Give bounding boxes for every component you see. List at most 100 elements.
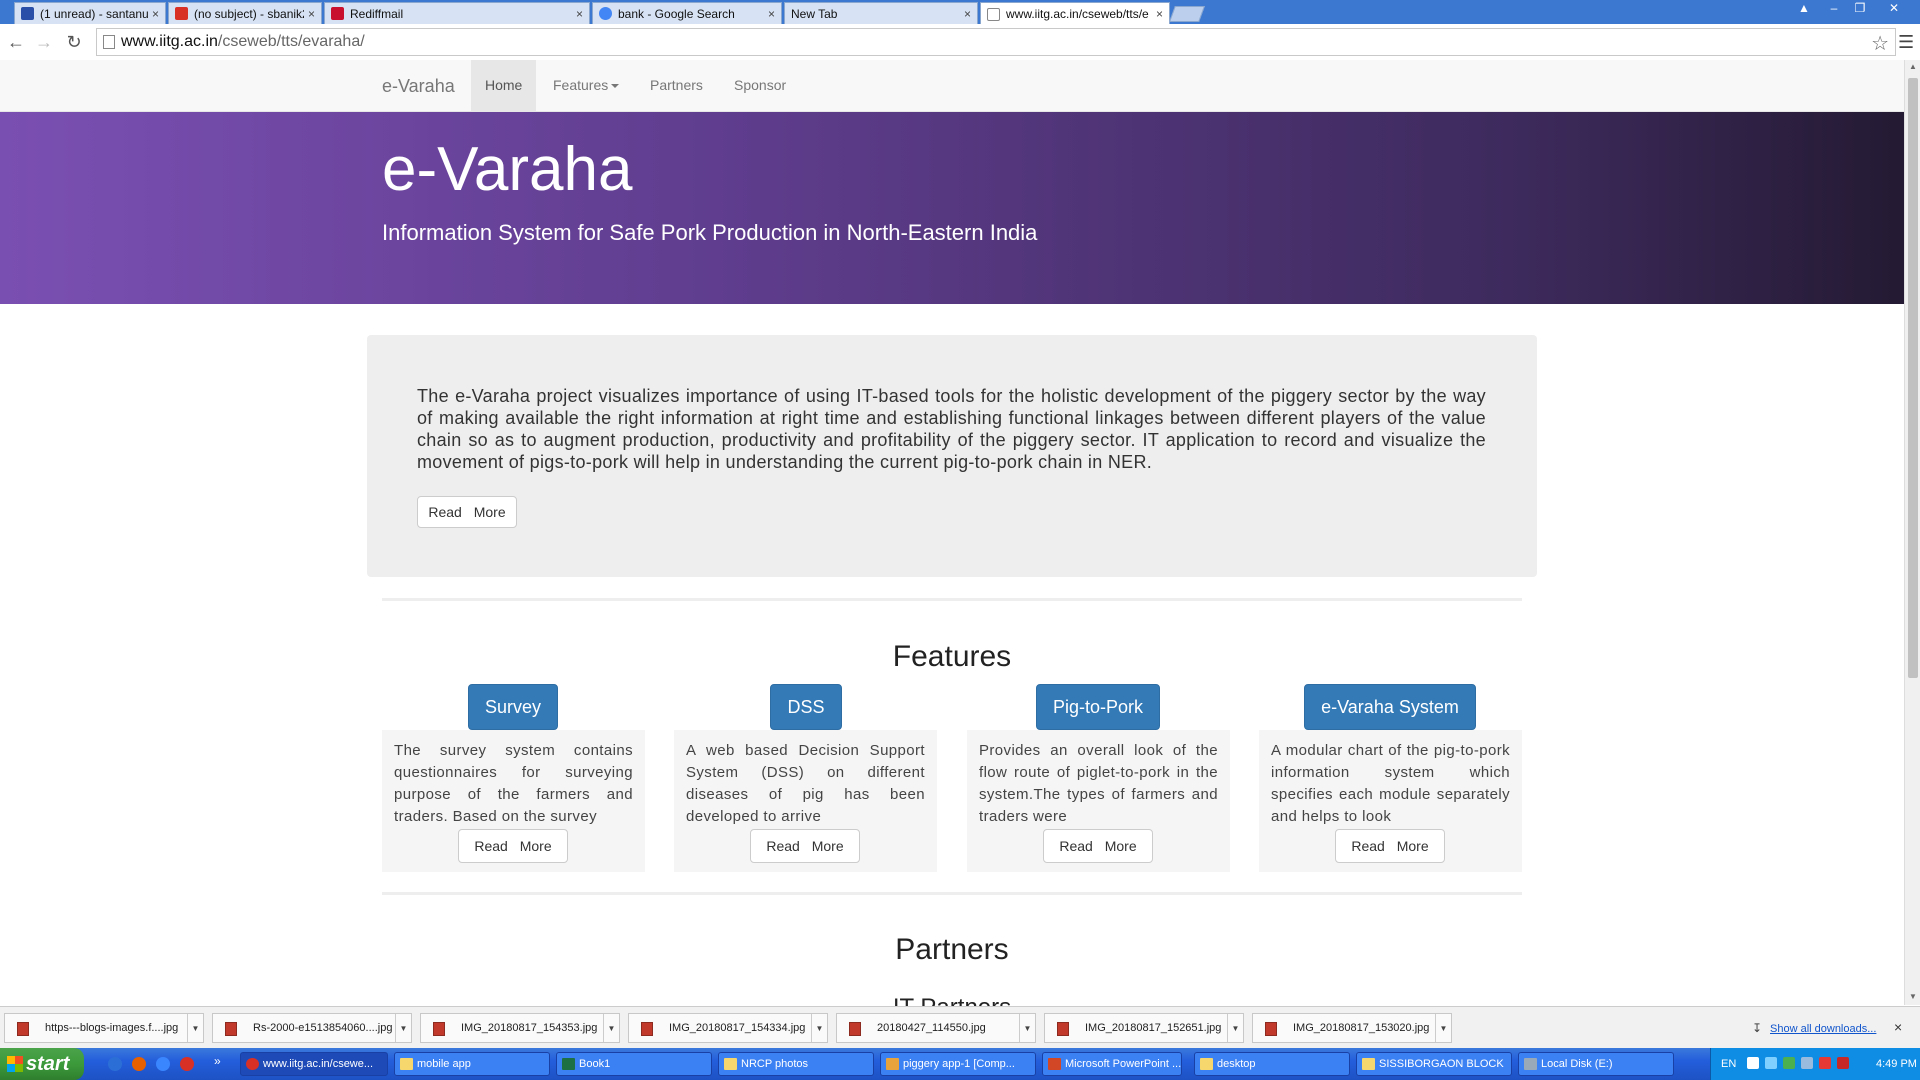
download-filename: IMG_20180817_152651.jpg xyxy=(1085,1022,1222,1034)
scroll-down-icon[interactable]: ▼ xyxy=(1909,992,1917,1001)
browser-tab-new-tab[interactable]: New Tab × xyxy=(784,2,978,24)
feature-read-more-button[interactable]: Read More xyxy=(1335,829,1445,863)
browser-tab-active[interactable]: www.iitg.ac.in/cseweb/tts/e × xyxy=(980,2,1170,25)
close-tab-icon[interactable]: × xyxy=(308,7,315,21)
download-item[interactable]: IMG_20180817_154353.jpg ▼ xyxy=(420,1013,620,1043)
firefox-icon[interactable] xyxy=(132,1057,146,1071)
feature-text: A web based Decision Support System (DSS… xyxy=(686,742,925,825)
windows-logo-icon xyxy=(7,1056,23,1072)
browser-tab-google-search[interactable]: bank - Google Search × xyxy=(592,2,782,24)
chevron-down-icon[interactable]: ▼ xyxy=(1227,1014,1243,1042)
quick-launch-more-icon[interactable]: » xyxy=(214,1054,221,1068)
chevron-down-icon[interactable]: ▼ xyxy=(187,1014,203,1042)
divider xyxy=(382,598,1522,601)
chevron-down-icon[interactable]: ▼ xyxy=(1435,1014,1451,1042)
taskbar-task[interactable]: desktop xyxy=(1194,1052,1350,1076)
chevron-down-icon[interactable]: ▼ xyxy=(395,1014,411,1042)
taskbar-task[interactable]: Microsoft PowerPoint ... xyxy=(1042,1052,1182,1076)
download-filename: https---blogs-images.f....jpg xyxy=(45,1022,179,1034)
page-scrollbar[interactable]: ▲ ▼ xyxy=(1904,60,1920,1005)
close-download-shelf-icon[interactable]: × xyxy=(1894,1019,1902,1035)
reload-icon[interactable]: ↻ xyxy=(62,30,86,54)
tab-label: (1 unread) - santanubanik20 xyxy=(40,6,148,21)
taskbar-task[interactable]: Local Disk (E:) xyxy=(1518,1052,1674,1076)
tab-label: New Tab xyxy=(791,6,838,21)
taskbar-task[interactable]: mobile app xyxy=(394,1052,550,1076)
close-tab-icon[interactable]: × xyxy=(576,7,583,21)
intro-read-more-button[interactable]: Read More xyxy=(417,496,517,528)
user-icon[interactable]: ▲ xyxy=(1792,0,1816,16)
file-icon xyxy=(17,1022,29,1036)
ie-icon[interactable] xyxy=(108,1057,122,1071)
feature-evaraha-system-button[interactable]: e-Varaha System xyxy=(1304,684,1476,730)
mail-icon xyxy=(21,7,34,20)
folder-icon xyxy=(724,1058,737,1070)
forward-icon[interactable]: → xyxy=(32,30,56,54)
download-item[interactable]: IMG_20180817_152651.jpg ▼ xyxy=(1044,1013,1244,1043)
folder-icon xyxy=(1362,1058,1375,1070)
browser-tab-rediffmail[interactable]: Rediffmail × xyxy=(324,2,590,24)
help-icon[interactable] xyxy=(1747,1057,1759,1069)
download-item[interactable]: Rs-2000-e1513854060....jpg ▼ xyxy=(212,1013,412,1043)
url-host: www.iitg.ac.in xyxy=(121,33,218,50)
browser-menu-icon[interactable]: ☰ xyxy=(1898,32,1914,53)
download-item[interactable]: IMG_20180817_153020.jpg ▼ xyxy=(1252,1013,1452,1043)
feature-read-more-button[interactable]: Read More xyxy=(458,829,568,863)
taskbar-task[interactable]: Book1 xyxy=(556,1052,712,1076)
download-filename: Rs-2000-e1513854060....jpg xyxy=(253,1022,393,1034)
gmail-icon xyxy=(175,7,188,20)
antivirus-icon[interactable] xyxy=(1819,1057,1831,1069)
restore-icon[interactable]: ❐ xyxy=(1848,0,1872,16)
minimize-icon[interactable]: – xyxy=(1822,0,1846,16)
feature-card-survey: The survey system contains questionnaire… xyxy=(382,730,645,872)
close-tab-icon[interactable]: × xyxy=(768,7,775,21)
close-window-icon[interactable]: ✕ xyxy=(1882,0,1906,16)
app-icon[interactable] xyxy=(1837,1057,1849,1069)
taskbar-task[interactable]: NRCP photos xyxy=(718,1052,874,1076)
monitor-icon[interactable] xyxy=(1801,1057,1813,1069)
address-bar[interactable]: www.iitg.ac.in/cseweb/tts/evaraha/ ☆ xyxy=(96,28,1896,56)
feature-survey-button[interactable]: Survey xyxy=(468,684,558,730)
show-all-downloads-link[interactable]: Show all downloads... xyxy=(1770,1023,1876,1035)
excel-icon xyxy=(562,1058,575,1070)
taskbar-task[interactable]: www.iitg.ac.in/csewe... xyxy=(240,1052,388,1076)
download-item[interactable]: 20180427_114550.jpg ▼ xyxy=(836,1013,1036,1043)
nav-partners[interactable]: Partners xyxy=(636,60,717,111)
skype-icon[interactable] xyxy=(156,1057,170,1071)
feature-read-more-button[interactable]: Read More xyxy=(1043,829,1153,863)
scroll-up-icon[interactable]: ▲ xyxy=(1909,62,1917,71)
download-item[interactable]: https---blogs-images.f....jpg ▼ xyxy=(4,1013,204,1043)
browser-tab-gmail[interactable]: (no subject) - sbanik2000@g × xyxy=(168,2,322,24)
security-icon[interactable] xyxy=(1783,1057,1795,1069)
nav-home[interactable]: Home xyxy=(471,60,537,111)
nav-sponsor[interactable]: Sponsor xyxy=(720,60,800,111)
hero-subtitle: Information System for Safe Pork Product… xyxy=(382,220,1038,245)
browser-tab-mail[interactable]: (1 unread) - santanubanik20 × xyxy=(14,2,166,24)
intro-text: The e-Varaha project visualizes importan… xyxy=(417,386,1486,472)
feature-pig-to-pork-button[interactable]: Pig-to-Pork xyxy=(1036,684,1160,730)
scrollbar-thumb[interactable] xyxy=(1908,78,1918,678)
feature-dss-button[interactable]: DSS xyxy=(770,684,842,730)
back-icon[interactable]: ← xyxy=(4,30,28,54)
close-tab-icon[interactable]: × xyxy=(152,7,159,21)
language-indicator[interactable]: EN xyxy=(1721,1058,1736,1070)
system-tray: EN 4:49 PM xyxy=(1710,1048,1920,1080)
download-item[interactable]: IMG_20180817_154334.jpg ▼ xyxy=(628,1013,828,1043)
taskbar-task[interactable]: SISSIBORGAON BLOCK xyxy=(1356,1052,1512,1076)
bookmark-star-icon[interactable]: ☆ xyxy=(1871,31,1889,56)
network-icon[interactable] xyxy=(1765,1057,1777,1069)
close-tab-icon[interactable]: × xyxy=(964,7,971,21)
download-icon: ↧ xyxy=(1752,1021,1763,1035)
new-tab-button[interactable] xyxy=(1169,6,1205,22)
start-button[interactable]: start xyxy=(0,1048,84,1080)
clock[interactable]: 4:49 PM xyxy=(1876,1058,1917,1070)
chevron-down-icon[interactable]: ▼ xyxy=(603,1014,619,1042)
nav-features[interactable]: Features xyxy=(539,60,633,111)
chrome-icon[interactable] xyxy=(180,1057,194,1071)
feature-read-more-button[interactable]: Read More xyxy=(750,829,860,863)
close-tab-icon[interactable]: × xyxy=(1156,7,1163,21)
taskbar-task[interactable]: piggery app-1 [Comp... xyxy=(880,1052,1036,1076)
site-brand[interactable]: e-Varaha xyxy=(382,76,455,97)
chevron-down-icon[interactable]: ▼ xyxy=(811,1014,827,1042)
chevron-down-icon[interactable]: ▼ xyxy=(1019,1014,1035,1042)
